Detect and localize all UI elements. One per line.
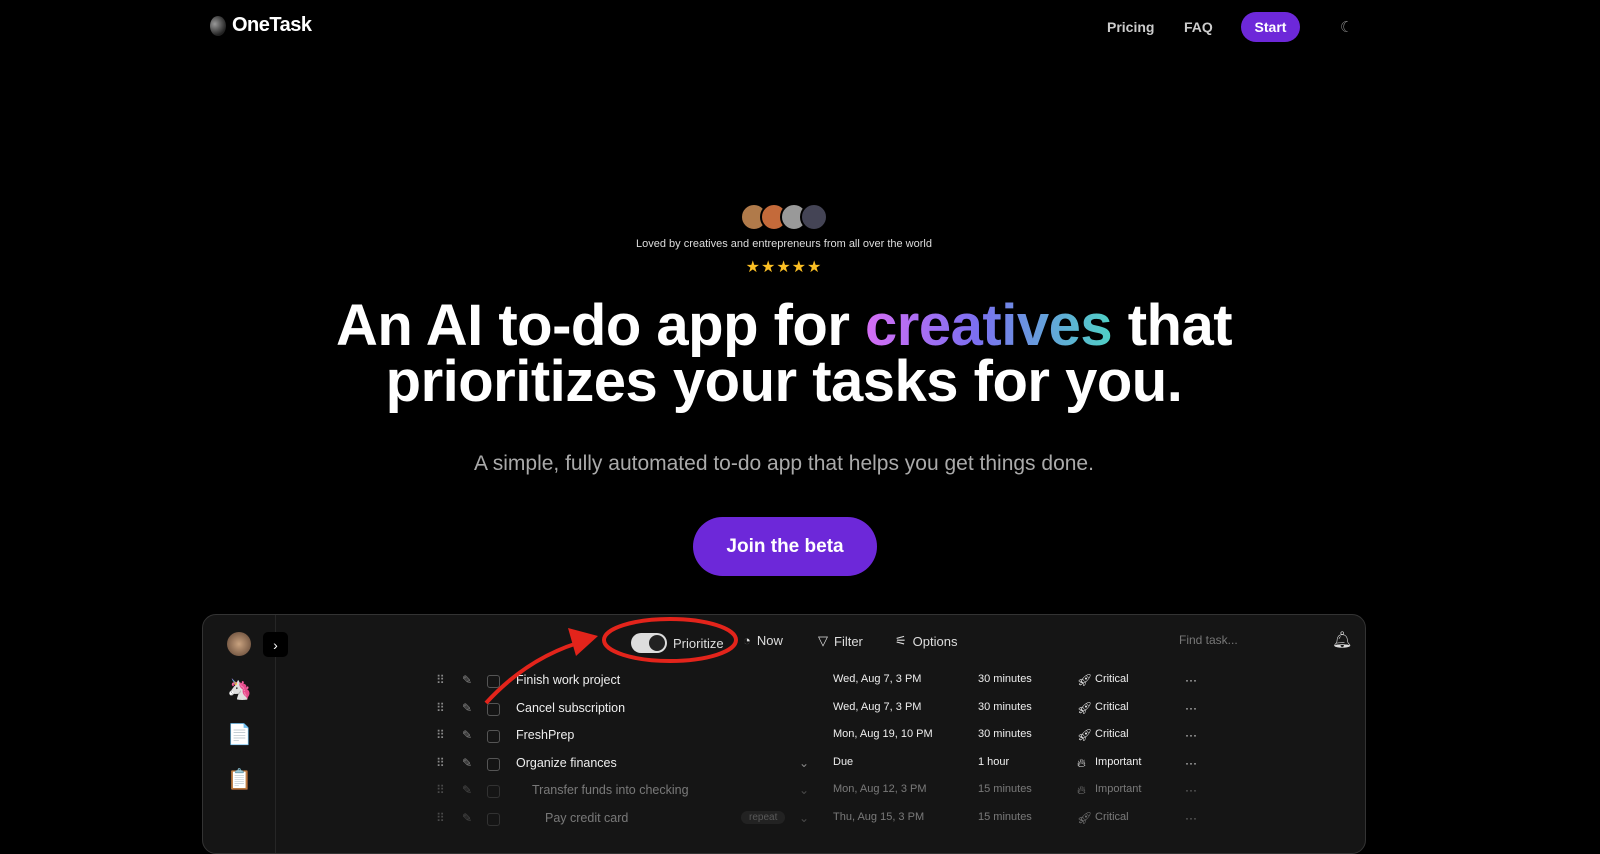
rocket-icon: 🚀︎ — [1077, 700, 1093, 715]
more-icon[interactable]: ··· — [1185, 728, 1197, 742]
task-title[interactable]: Organize finances — [516, 756, 617, 770]
task-priority: Critical — [1095, 700, 1129, 713]
user-avatars — [740, 203, 828, 231]
app-preview: 🦄 📄 📋 › Prioritize ◔ Now ▽ Filter ⚟ Options… — [202, 614, 1366, 854]
task-priority: Critical — [1095, 673, 1129, 685]
nav-faq[interactable]: FAQ — [1184, 19, 1213, 35]
task-date: Wed, Aug 7, 3 PM — [833, 673, 922, 685]
sliders-icon: ⚟ — [895, 633, 907, 648]
edit-icon[interactable]: ✎ — [462, 728, 472, 742]
rocket-icon: 🚀︎ — [1077, 728, 1093, 742]
nav-pricing[interactable]: Pricing — [1107, 19, 1154, 35]
bell-icon[interactable]: 🔔︎ — [1332, 630, 1352, 650]
user-avatar[interactable] — [227, 632, 251, 656]
drag-handle-icon[interactable]: ⠿ — [436, 811, 445, 825]
task-date: Wed, Aug 7, 3 PM — [833, 700, 922, 713]
rating-stars: ★★★★★ — [745, 259, 823, 276]
rocket-icon: 🚀︎ — [1077, 673, 1093, 687]
hero-title: An AI to-do app for creatives that priori… — [0, 297, 1568, 411]
task-row[interactable]: ⠿ ✎ FreshPrep Mon, Aug 19, 10 PM 30 minu… — [203, 723, 1365, 749]
chevron-down-icon[interactable]: ⌄ — [799, 811, 809, 825]
task-priority: Critical — [1095, 728, 1129, 740]
avatar — [800, 203, 828, 231]
more-icon[interactable]: ··· — [1185, 701, 1197, 715]
task-date: Mon, Aug 19, 10 PM — [833, 728, 933, 740]
drag-handle-icon[interactable]: ⠿ — [436, 756, 445, 770]
moon-icon[interactable]: ☾ — [1340, 18, 1353, 36]
social-proof: Loved by creatives and entrepreneurs fro… — [636, 238, 932, 250]
task-duration: 15 minutes — [978, 783, 1032, 795]
chevron-down-icon[interactable]: ⌄ — [799, 783, 809, 797]
task-row[interactable]: ⠿ ✎ Transfer funds into checking ⌄ Mon, … — [203, 778, 1365, 804]
drag-handle-icon[interactable]: ⠿ — [436, 673, 445, 687]
task-date: Thu, Aug 15, 3 PM — [833, 810, 925, 823]
edit-icon[interactable]: ✎ — [462, 811, 472, 825]
filter-label: Filter — [834, 633, 863, 649]
task-date: Mon, Aug 12, 3 PM — [833, 783, 927, 795]
task-priority: Important — [1095, 755, 1142, 768]
hero-subtitle: A simple, fully automated to-do app that… — [474, 452, 1094, 475]
title-line2: prioritizes your tasks for you. — [385, 349, 1183, 414]
task-title[interactable]: Pay credit card — [545, 811, 628, 825]
task-checkbox[interactable] — [487, 730, 500, 743]
drag-handle-icon[interactable]: ⠿ — [436, 783, 445, 797]
options-button[interactable]: ⚟ Options — [895, 633, 957, 649]
options-label: Options — [912, 633, 958, 649]
edit-icon[interactable]: ✎ — [462, 756, 472, 770]
now-label: Now — [756, 633, 783, 648]
task-row[interactable]: ⠿ ✎ Organize finances ⌄ Due 1 hour 🔥︎ Im… — [203, 751, 1365, 777]
task-row[interactable]: ⠿ ✎ Finish work project Wed, Aug 7, 3 PM… — [203, 668, 1365, 694]
task-date: Due — [833, 755, 854, 768]
repeat-badge: repeat — [741, 810, 786, 824]
rocket-icon: 🚀︎ — [1077, 810, 1093, 825]
task-duration: 30 minutes — [978, 728, 1032, 740]
flame-icon: 🔥︎ — [1077, 783, 1086, 797]
start-button[interactable]: Start — [1241, 12, 1300, 42]
task-checkbox[interactable] — [487, 757, 500, 771]
arrow-shaft — [484, 638, 589, 705]
top-nav: Pricing FAQ Start ☾ — [0, 12, 1600, 42]
task-duration: 1 hour — [978, 755, 1010, 768]
drag-handle-icon[interactable]: ⠿ — [436, 701, 445, 715]
annotation-arrow — [484, 617, 738, 705]
task-duration: 30 minutes — [978, 673, 1032, 685]
more-icon[interactable]: ··· — [1185, 783, 1197, 797]
task-duration: 30 minutes — [978, 700, 1032, 713]
task-checkbox[interactable] — [487, 785, 500, 798]
annotation-circle — [602, 617, 738, 663]
task-duration: 15 minutes — [978, 810, 1032, 823]
expand-sidebar-button[interactable]: › — [263, 632, 288, 657]
flame-icon: 🔥︎ — [1077, 755, 1086, 770]
task-title[interactable]: FreshPrep — [516, 728, 574, 742]
task-checkbox[interactable] — [487, 812, 500, 826]
drag-handle-icon[interactable]: ⠿ — [436, 728, 445, 742]
filter-button[interactable]: ▽ Filter — [818, 633, 863, 649]
more-icon[interactable]: ··· — [1185, 811, 1197, 825]
edit-icon[interactable]: ✎ — [462, 783, 472, 797]
arrow-head — [568, 628, 598, 656]
filter-icon: ▽ — [818, 633, 828, 648]
task-row[interactable]: ⠿ ✎ Cancel subscription Wed, Aug 7, 3 PM… — [203, 696, 1365, 722]
task-row[interactable]: ⠿ ✎ Pay credit card repeat ⌄ Thu, Aug 15… — [203, 806, 1365, 832]
find-task-input[interactable]: Find task... — [1179, 633, 1238, 647]
task-priority: Critical — [1095, 810, 1129, 823]
task-title[interactable]: Transfer funds into checking — [532, 783, 689, 797]
chevron-down-icon[interactable]: ⌄ — [799, 756, 809, 770]
task-priority: Important — [1095, 783, 1142, 795]
more-icon[interactable]: ··· — [1185, 756, 1197, 770]
join-beta-button[interactable]: Join the beta — [693, 517, 877, 576]
more-icon[interactable]: ··· — [1185, 673, 1197, 687]
